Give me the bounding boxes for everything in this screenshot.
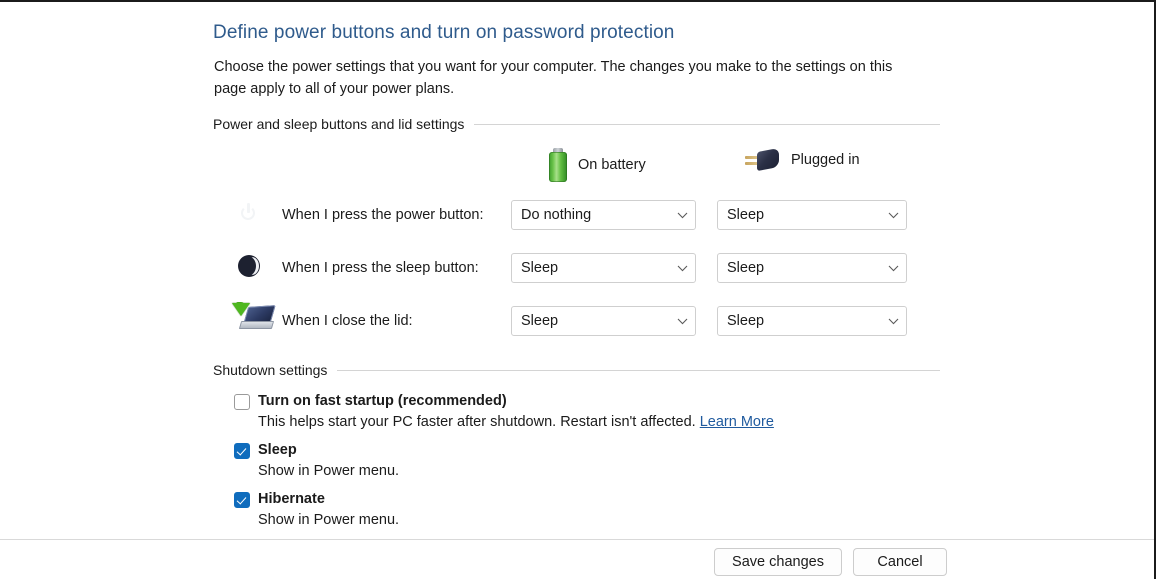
dropdown-value: Sleep bbox=[727, 260, 765, 276]
column-header-on-battery: On battery bbox=[548, 148, 646, 182]
column-header-label: Plugged in bbox=[791, 152, 860, 168]
checkbox-description: This helps start your PC faster after sh… bbox=[258, 414, 774, 430]
dropdown-value: Sleep bbox=[521, 313, 559, 329]
group-header-rule bbox=[474, 123, 940, 125]
dropdown-value: Sleep bbox=[727, 313, 765, 329]
chevron-down-icon bbox=[880, 318, 906, 325]
dropdown-value: Sleep bbox=[521, 260, 559, 276]
dropdown-sleep-button-plugged-in[interactable]: Sleep bbox=[717, 253, 907, 283]
checkbox-label[interactable]: Turn on fast startup (recommended) bbox=[258, 393, 507, 409]
chevron-down-icon bbox=[669, 318, 695, 325]
page-content: Define power buttons and turn on passwor… bbox=[0, 2, 1154, 537]
checkbox-hibernate[interactable] bbox=[234, 492, 250, 508]
save-changes-button[interactable]: Save changes bbox=[714, 548, 842, 576]
power-options-page: Define power buttons and turn on passwor… bbox=[0, 0, 1156, 579]
group-header-shutdown-settings: Shutdown settings bbox=[213, 362, 940, 378]
learn-more-link[interactable]: Learn More bbox=[700, 414, 774, 430]
dropdown-sleep-button-on-battery[interactable]: Sleep bbox=[511, 253, 696, 283]
dropdown-close-lid-plugged-in[interactable]: Sleep bbox=[717, 306, 907, 336]
group-header-label: Shutdown settings bbox=[213, 362, 328, 378]
checkbox-description: Show in Power menu. bbox=[258, 512, 400, 528]
button-bar: Save changes Cancel bbox=[0, 548, 1154, 578]
power-plug-icon bbox=[745, 147, 781, 172]
checkbox-fast-startup[interactable] bbox=[234, 394, 250, 410]
column-header-plugged-in: Plugged in bbox=[745, 147, 860, 172]
dropdown-value: Do nothing bbox=[521, 207, 592, 223]
checkbox-description: Show in Power menu. bbox=[258, 463, 400, 479]
column-header-label: On battery bbox=[578, 157, 646, 173]
checkbox-label[interactable]: Sleep bbox=[258, 442, 297, 458]
group-header-rule bbox=[337, 369, 940, 371]
chevron-down-icon bbox=[880, 265, 906, 272]
setting-row-label: When I press the power button: bbox=[282, 207, 484, 223]
group-header-label: Power and sleep buttons and lid settings bbox=[213, 116, 465, 132]
group-header-power-and-sleep: Power and sleep buttons and lid settings bbox=[213, 116, 940, 132]
setting-row-label: When I press the sleep button: bbox=[282, 260, 479, 276]
dropdown-power-button-on-battery[interactable]: Do nothing bbox=[511, 200, 696, 230]
dropdown-value: Sleep bbox=[727, 207, 765, 223]
chevron-down-icon bbox=[669, 265, 695, 272]
checkbox-label[interactable]: Hibernate bbox=[258, 491, 325, 507]
page-description: Choose the power settings that you want … bbox=[214, 59, 893, 97]
footer-divider bbox=[0, 539, 1154, 540]
checkbox-description-text: This helps start your PC faster after sh… bbox=[258, 414, 696, 430]
chevron-down-icon bbox=[669, 212, 695, 219]
page-title: Define power buttons and turn on passwor… bbox=[213, 22, 675, 43]
chevron-down-icon bbox=[880, 212, 906, 219]
cancel-button[interactable]: Cancel bbox=[853, 548, 947, 576]
dropdown-close-lid-on-battery[interactable]: Sleep bbox=[511, 306, 696, 336]
setting-row-label: When I close the lid: bbox=[282, 313, 413, 329]
checkbox-sleep[interactable] bbox=[234, 443, 250, 459]
battery-icon bbox=[548, 148, 568, 182]
dropdown-power-button-plugged-in[interactable]: Sleep bbox=[717, 200, 907, 230]
